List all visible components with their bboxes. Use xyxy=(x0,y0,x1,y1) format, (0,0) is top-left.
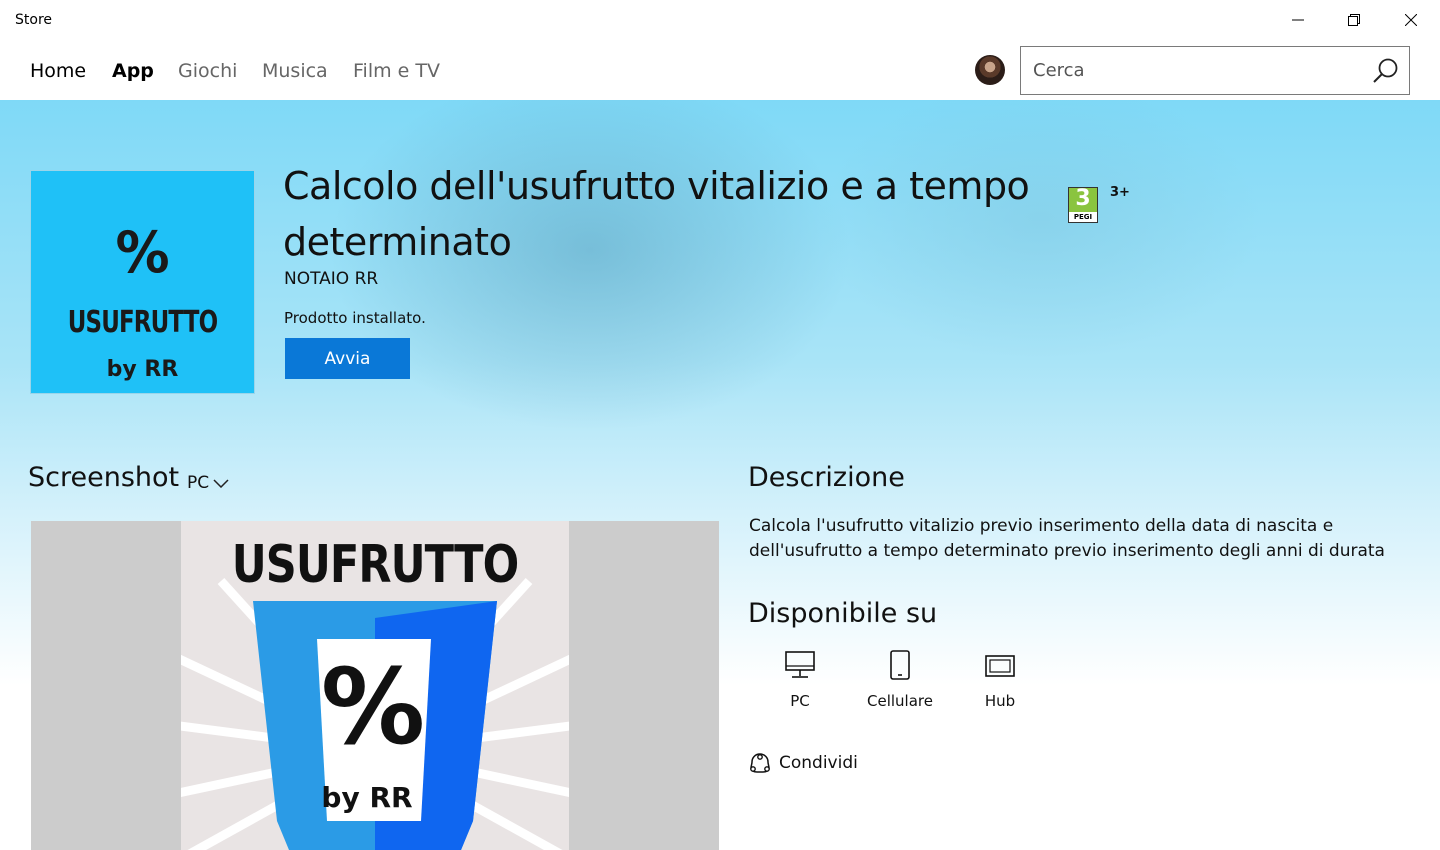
screenshot-image[interactable]: % by RR USUFRUTTO xyxy=(31,521,719,850)
screenshot-word: USUFRUTTO xyxy=(231,535,519,595)
platform-dropdown[interactable]: PC xyxy=(187,473,229,493)
app-logo-by: by RR xyxy=(106,357,179,382)
search-icon[interactable] xyxy=(1371,57,1399,85)
title-bar: Store xyxy=(0,0,1440,40)
nav-bar: Home App Giochi Musica Film e TV xyxy=(0,40,1440,100)
pc-icon xyxy=(785,651,815,678)
device-phone: Cellulare xyxy=(850,650,950,710)
screenshot-by-text: by RR xyxy=(321,781,412,814)
device-label: Cellulare xyxy=(867,692,933,710)
device-pc: PC xyxy=(750,650,850,710)
minimize-button[interactable] xyxy=(1270,0,1326,40)
app-logo-word: USUFRUTTO xyxy=(67,305,218,340)
availability-title: Disponibile su xyxy=(748,598,938,629)
svg-text:%: % xyxy=(321,646,425,768)
share-label: Condividi xyxy=(779,753,858,773)
close-button[interactable] xyxy=(1383,0,1439,40)
search-box xyxy=(1020,46,1410,95)
install-status: Prodotto installato. xyxy=(284,309,426,327)
close-icon xyxy=(1405,14,1417,26)
pegi-text: PEGI xyxy=(1069,212,1097,222)
hub-icon xyxy=(985,655,1015,677)
window-title: Store xyxy=(15,12,53,28)
app-title: Calcolo dell'usufrutto vitalizio e a tem… xyxy=(283,164,1030,264)
screenshot-artwork: % by RR USUFRUTTO xyxy=(181,521,569,850)
nav-item-app[interactable]: App xyxy=(112,60,154,82)
device-label: Hub xyxy=(984,692,1016,710)
restore-button[interactable] xyxy=(1326,0,1382,40)
chevron-down-icon xyxy=(213,479,229,488)
device-label: PC xyxy=(790,692,810,710)
search-input[interactable] xyxy=(1033,55,1353,85)
app-logo: % USUFRUTTO by RR xyxy=(30,170,255,394)
phone-icon xyxy=(890,650,910,680)
nav-item-film-tv[interactable]: Film e TV xyxy=(353,60,440,82)
age-rating-label[interactable]: 3+ xyxy=(1110,185,1130,200)
share-icon xyxy=(750,753,770,773)
pegi-number: 3 xyxy=(1075,186,1091,211)
screenshot-section-title: Screenshot xyxy=(28,462,180,493)
app-logo-symbol: % xyxy=(115,219,170,286)
avatar[interactable] xyxy=(975,55,1005,85)
minimize-icon xyxy=(1292,19,1304,21)
description-title: Descrizione xyxy=(748,462,905,493)
nav-item-giochi[interactable]: Giochi xyxy=(178,60,237,82)
app-publisher[interactable]: NOTAIO RR xyxy=(284,269,378,289)
pegi-badge: 3 PEGI xyxy=(1068,186,1098,223)
device-hub: Hub xyxy=(950,650,1050,710)
launch-button[interactable]: Avvia xyxy=(285,338,410,379)
nav-item-home[interactable]: Home xyxy=(30,60,86,82)
restore-icon xyxy=(1348,14,1360,26)
platform-dropdown-value: PC xyxy=(187,473,210,493)
nav-item-musica[interactable]: Musica xyxy=(262,60,328,82)
share-button[interactable]: Condividi xyxy=(749,752,858,774)
description-text: Calcola l'usufrutto vitalizio previo ins… xyxy=(749,516,1385,561)
